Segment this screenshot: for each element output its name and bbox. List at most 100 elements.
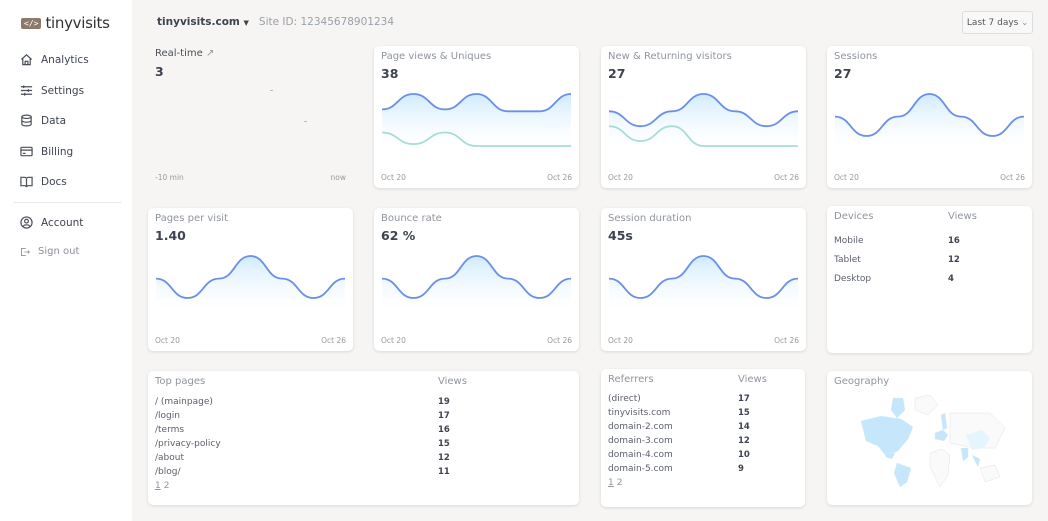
row-views: 12: [948, 255, 960, 265]
sidebar-item-signout[interactable]: Sign out: [20, 246, 79, 257]
sidebar-item-analytics[interactable]: Analytics: [20, 53, 89, 66]
card-value: 62 %: [381, 228, 416, 243]
page-link[interactable]: 2: [617, 478, 623, 488]
row-views: 11: [438, 467, 450, 477]
row-views: 17: [738, 394, 750, 404]
sidebar-item-billing[interactable]: Billing: [20, 145, 73, 158]
row-label: (direct): [608, 394, 641, 404]
realtime-bar: [270, 90, 273, 91]
referrers-card: Referrers Views (direct) 17 tinyvisits.com…: [601, 369, 805, 507]
sparkline-chart[interactable]: [834, 84, 1025, 156]
row-label: / (mainpage): [155, 397, 213, 407]
geography-title: Geography: [834, 376, 890, 387]
sidebar-item-settings[interactable]: Settings: [20, 84, 84, 97]
row-views: 15: [438, 439, 450, 449]
row-views: 9: [738, 464, 744, 474]
row-views: 17: [438, 411, 450, 421]
geography-card: Geography: [827, 371, 1032, 505]
realtime-start-label: -10 min: [155, 173, 184, 182]
row-views: 15: [738, 408, 750, 418]
sparkline-chart[interactable]: [608, 84, 799, 156]
sidebar-item-label: Account: [41, 216, 84, 229]
date-end-label: Oct 26: [774, 173, 799, 182]
referrers-title: Referrers: [608, 374, 654, 385]
row-views: 12: [738, 436, 750, 446]
page-link[interactable]: 2: [164, 481, 170, 491]
sidebar-item-label: Settings: [41, 84, 85, 97]
date-start-label: Oct 20: [834, 173, 859, 182]
row-views: 16: [438, 425, 450, 435]
session-duration-card: Session duration 45s Oct 20 Oct 26: [601, 208, 806, 351]
date-end-label: Oct 26: [547, 336, 572, 345]
map-region-europe: [934, 429, 949, 442]
realtime-label: Real-time: [155, 48, 203, 59]
map-region-north-america: [860, 415, 914, 457]
date-start-label: Oct 20: [608, 336, 633, 345]
map-region-greenland: [890, 397, 906, 419]
sessions-card: Sessions 27 Oct 20 Oct 26: [827, 46, 1032, 188]
card-title: Sessions: [834, 51, 878, 62]
row-views: 10: [738, 450, 750, 460]
card-value: 27: [834, 66, 852, 81]
date-end-label: Oct 26: [1000, 173, 1025, 182]
sidebar-item-label: Docs: [41, 175, 67, 188]
referrers-views-header: Views: [738, 374, 767, 385]
page-link[interactable]: 1: [608, 478, 614, 488]
sliders-icon: [20, 85, 33, 96]
top-pages-views-header: Views: [438, 376, 467, 387]
page-link[interactable]: 1: [155, 481, 161, 491]
sidebar-item-data[interactable]: Data: [20, 114, 66, 127]
site-name: tinyvisits.com: [157, 16, 240, 28]
sidebar-item-docs[interactable]: Docs: [20, 175, 67, 188]
row-label: domain-3.com: [608, 436, 673, 446]
database-icon: [21, 114, 32, 127]
date-end-label: Oct 26: [547, 173, 572, 182]
devices-title: Devices: [834, 211, 874, 222]
date-range-select[interactable]: Last 7 days ⌄: [962, 11, 1033, 34]
realtime-bar: [304, 121, 307, 122]
sidebar-divider: [14, 202, 121, 203]
sparkline-area: [835, 94, 1024, 154]
card-title: Page views & Uniques: [381, 51, 492, 62]
realtime-title: Real-time ↗: [155, 48, 214, 59]
world-map[interactable]: [855, 393, 1010, 493]
card-title: Session duration: [608, 213, 692, 224]
caret-down-icon: ▼: [243, 19, 249, 27]
card-title: New & Returning visitors: [608, 51, 732, 62]
site-id-value: 12345678901234: [300, 16, 395, 28]
row-views: 14: [738, 422, 750, 432]
row-views: 16: [948, 236, 960, 246]
sparkline-chart[interactable]: [381, 84, 572, 156]
devices-card: Devices Views Mobile 16 Tablet 12 Desktop 4: [827, 206, 1032, 353]
row-label: /login: [155, 411, 180, 421]
bounce-rate-card: Bounce rate 62 % Oct 20 Oct 26: [374, 208, 579, 351]
top-pages-card: Top pages Views / (mainpage) 19/login 17/t…: [148, 371, 579, 505]
date-start-label: Oct 20: [155, 336, 180, 345]
referrers-pagination: 12: [608, 478, 622, 488]
top-pages-title: Top pages: [155, 376, 206, 387]
book-icon: [20, 176, 33, 188]
logo-badge: </>: [21, 17, 42, 29]
sidebar: </> tinyvisits Analytics Settings Data B…: [0, 0, 132, 521]
card-title: Pages per visit: [155, 213, 228, 224]
chevron-down-icon: ⌄: [1021, 18, 1029, 27]
sparkline-chart[interactable]: [381, 246, 572, 318]
map-region-scandinavia: [940, 412, 948, 431]
date-range-label: Last 7 days: [966, 17, 1019, 28]
site-selector[interactable]: tinyvisits.com ▼: [157, 16, 249, 28]
logo[interactable]: </> tinyvisits: [21, 14, 110, 32]
card-title: Bounce rate: [381, 213, 442, 224]
row-label: Desktop: [834, 274, 872, 284]
new-returning-card: New & Returning visitors 27 Oct 20 Oct 2…: [601, 46, 806, 188]
row-label: /terms: [155, 425, 185, 435]
row-views: 4: [948, 274, 954, 284]
trending-up-icon: ↗: [205, 48, 215, 59]
sign-out-icon: [21, 247, 30, 256]
sparkline-chart[interactable]: [155, 246, 346, 318]
sidebar-item-account[interactable]: Account: [20, 216, 83, 229]
date-start-label: Oct 20: [381, 336, 406, 345]
row-label: Tablet: [834, 255, 861, 265]
sparkline-area: [609, 256, 798, 316]
sparkline-area: [609, 94, 798, 154]
sparkline-chart[interactable]: [608, 246, 799, 318]
